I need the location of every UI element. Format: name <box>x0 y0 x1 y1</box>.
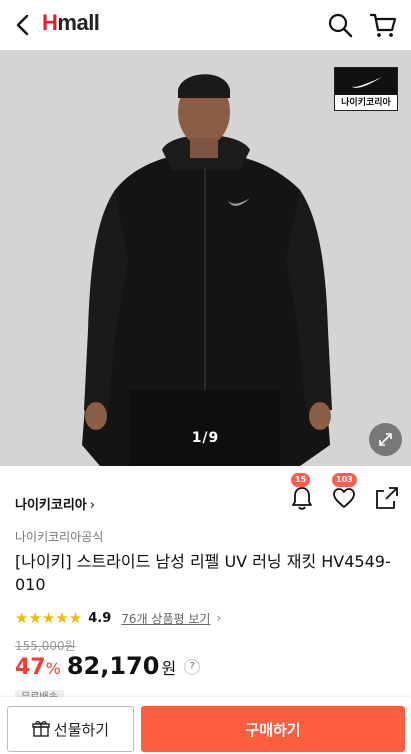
product-image-gallery[interactable]: 나이키코리아 1/9 <box>0 50 411 466</box>
back-chevron-icon[interactable] <box>12 12 36 38</box>
image-pager: 1/9 <box>191 430 220 446</box>
bottom-action-bar: 선물하기 구매하기 <box>0 697 411 754</box>
gift-icon <box>32 721 50 737</box>
heart-icon[interactable] <box>331 485 357 511</box>
bell-icon[interactable] <box>289 485 315 511</box>
rating-stars: ★★★★★ <box>15 609 83 627</box>
rating-score: 4.9 <box>88 610 112 626</box>
cart-icon[interactable] <box>369 11 397 39</box>
expand-icon[interactable] <box>369 423 402 456</box>
share-icon[interactable] <box>374 485 400 511</box>
price-row: 47% 82,170 원 ? <box>15 652 201 682</box>
brand-badge-label: 나이키코리아 <box>341 98 391 108</box>
product-photo <box>0 50 411 466</box>
product-title: [나이키] 스트라이드 남성 리펠 UV 러닝 재킷 HV4549-010 <box>15 552 391 594</box>
discount-rate: 47% <box>15 655 61 680</box>
brand-badge: 나이키코리아 <box>334 67 398 111</box>
rating-row: ★★★★★ 4.9 76개 상품평 보기 › <box>15 609 221 627</box>
sale-price: 82,170 원 <box>66 652 177 680</box>
chevron-right-icon[interactable]: › <box>216 611 221 625</box>
price-help-icon[interactable]: ? <box>184 659 201 675</box>
buy-button[interactable]: 구매하기 <box>141 706 405 752</box>
review-link[interactable]: 76개 상품평 보기 <box>121 610 210 627</box>
hmall-logo[interactable]: Hmall <box>42 10 100 36</box>
nike-swoosh-icon <box>350 76 382 88</box>
gift-button[interactable]: 선물하기 <box>7 706 134 752</box>
brand-link[interactable]: 나이키코리아 › <box>15 494 95 513</box>
top-app-bar: Hmall <box>0 0 411 50</box>
search-icon[interactable] <box>327 12 353 38</box>
seller-name[interactable]: 나이키코리아공식 <box>15 528 103 545</box>
